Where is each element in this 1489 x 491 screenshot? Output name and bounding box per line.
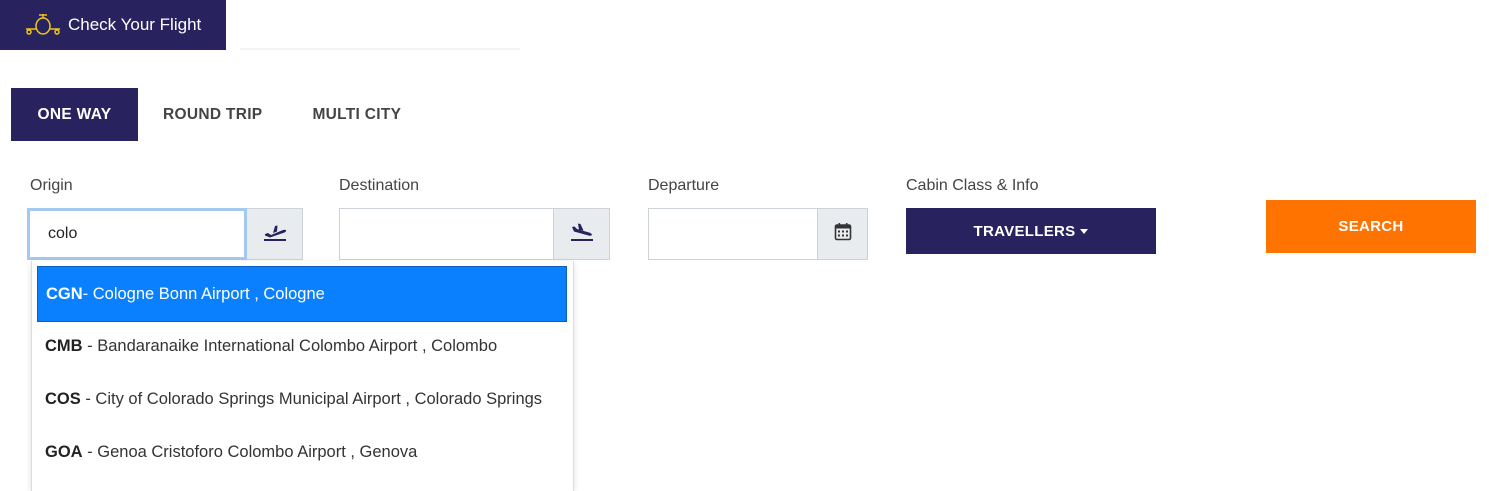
travellers-dropdown-button[interactable]: TRAVELLERS: [906, 208, 1156, 254]
destination-addon[interactable]: [554, 208, 610, 260]
destination-label: Destination: [339, 177, 420, 194]
departure-label: Departure: [648, 177, 720, 194]
landing-icon: [569, 222, 595, 247]
tab-multi-city[interactable]: MULTI CITY: [287, 88, 426, 141]
departure-date-input[interactable]: [648, 208, 818, 260]
origin-addon[interactable]: [247, 208, 303, 260]
takeoff-icon: [262, 222, 288, 247]
suggestion-item[interactable]: CMB - Bandaranaike International Colombo…: [45, 337, 497, 356]
airport-name: - City of Colorado Springs Municipal Air…: [80, 390, 543, 408]
suggestion-item[interactable]: GOA - Genoa Cristoforo Colombo Airport ,…: [45, 443, 417, 462]
plane-icon: [24, 11, 62, 39]
airport-code: COS: [45, 390, 81, 408]
origin-label: Origin: [30, 177, 73, 194]
destination-group: [339, 208, 610, 260]
cabin-class-label: Cabin Class & Info: [906, 177, 1039, 194]
app-title: Check Your Flight: [68, 15, 202, 34]
airport-code: CMB: [45, 337, 83, 355]
departure-group: [648, 208, 868, 260]
suggestion-item[interactable]: CGN - Cologne Bonn Airport , Cologne: [37, 266, 567, 322]
search-button[interactable]: SEARCH: [1266, 200, 1476, 253]
origin-group: [27, 208, 303, 260]
travellers-button-label: TRAVELLERS: [973, 222, 1076, 240]
divider: [240, 48, 520, 50]
airport-code: CGN: [46, 284, 83, 303]
caret-down-icon: [1080, 228, 1089, 234]
airport-code: GOA: [45, 443, 83, 461]
app-header: Check Your Flight: [0, 0, 226, 50]
calendar-icon: [834, 222, 852, 246]
tab-round-trip[interactable]: ROUND TRIP: [138, 88, 287, 141]
trip-type-tabs: ONE WAY ROUND TRIP MULTI CITY: [11, 88, 426, 141]
origin-suggestions-dropdown: CGN - Cologne Bonn Airport , Cologne CMB…: [31, 261, 574, 491]
destination-input[interactable]: [339, 208, 554, 260]
airport-name: - Bandaranaike International Colombo Air…: [82, 337, 498, 355]
airport-name: - Cologne Bonn Airport , Cologne: [82, 284, 325, 303]
origin-input[interactable]: [27, 208, 247, 260]
tab-one-way[interactable]: ONE WAY: [11, 88, 138, 141]
airport-name: - Genoa Cristoforo Colombo Airport , Gen…: [82, 443, 418, 461]
departure-addon[interactable]: [818, 208, 868, 260]
suggestion-item[interactable]: COS - City of Colorado Springs Municipal…: [45, 390, 542, 409]
